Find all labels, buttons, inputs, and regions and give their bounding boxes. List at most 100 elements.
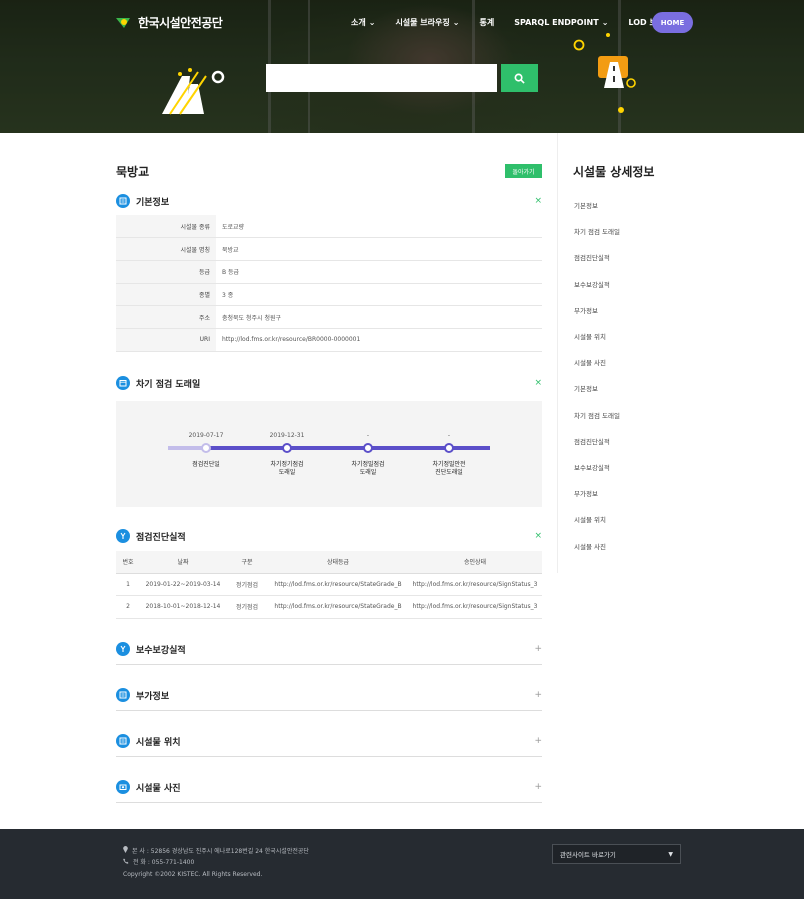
sidebar-item[interactable]: 시설물 위치	[574, 514, 606, 524]
table-cell[interactable]: http://lod.fms.or.kr/resource/SignStatus…	[408, 573, 542, 596]
table-row: 시설물 종류 도로교량	[116, 215, 542, 239]
site-logo[interactable]: 한국시설안전공단	[116, 14, 223, 31]
related-sites-select[interactable]: 관련사이트 바로가기 ▼	[552, 844, 681, 864]
sidebar-item[interactable]: 기본정보	[574, 383, 598, 393]
wrench-icon	[116, 529, 130, 543]
table-cell: 정기점검	[226, 573, 268, 596]
uri-link[interactable]: http://lod.fms.or.kr/resource/BR0000-000…	[216, 328, 542, 352]
column-header: 승인상태	[408, 551, 542, 574]
timeline-node	[282, 443, 292, 453]
table-row: 등급 B 등급	[116, 260, 542, 284]
section-basic-header[interactable]: 기본정보 ×	[116, 194, 542, 208]
table-row: 1 2019-01-22~2019-03-14 정기점검 http://lod.…	[116, 573, 542, 596]
sidebar-item[interactable]: 부가정보	[574, 488, 598, 498]
sidebar-item[interactable]: 시설물 사진	[574, 357, 606, 367]
sidebar-item[interactable]: 기본정보	[574, 200, 598, 210]
divider	[116, 756, 542, 757]
calendar-icon	[116, 376, 130, 390]
section-repair-toggle[interactable]: +	[534, 643, 542, 655]
ring-decoration-icon	[626, 78, 636, 88]
search-icon	[514, 73, 525, 84]
table-cell: 2	[116, 595, 140, 619]
nav-about[interactable]: 소개 ⌄	[351, 17, 375, 28]
section-results-title: 점검진단실적	[136, 533, 186, 543]
column-header: 상태등급	[268, 551, 408, 574]
list-icon	[116, 194, 130, 208]
section-basic-toggle[interactable]: ×	[534, 195, 542, 207]
inspection-results-table: 번호 날짜 구분 상태등급 승인상태 1 2019-01-22~2019-03-…	[116, 551, 542, 619]
sidebar-item[interactable]: 보수보강실적	[574, 279, 610, 289]
table-header-row: 번호 날짜 구분 상태등급 승인상태	[116, 551, 542, 574]
sidebar-item[interactable]: 점검진단실적	[574, 436, 610, 446]
table-cell[interactable]: http://lod.fms.or.kr/resource/StateGrade…	[268, 573, 408, 596]
section-extra-header[interactable]: 부가정보 +	[116, 688, 542, 702]
footer-phone: 전 화 : 055-771-1400	[123, 857, 194, 866]
timeline-label: 차기정밀점검 도래일	[351, 461, 385, 476]
search-input[interactable]	[266, 64, 497, 92]
dot-decoration-icon	[606, 33, 610, 37]
timeline-label: 점검진단일	[192, 461, 220, 468]
footer-address: 본 사 : 52856 경상남도 진주시 에나로128번길 24 한국시설안전공…	[123, 846, 309, 855]
field-value: 도로교량	[216, 215, 542, 239]
section-timeline-header[interactable]: 차기 점검 도래일 ×	[116, 376, 542, 390]
logo-text: 한국시설안전공단	[138, 16, 223, 30]
search-button[interactable]	[501, 64, 538, 92]
section-repair-title: 보수보강실적	[136, 646, 186, 656]
section-extra-toggle[interactable]: +	[534, 689, 542, 701]
section-location-header[interactable]: 시설물 위치 +	[116, 734, 542, 748]
divider	[116, 664, 542, 665]
section-photo-toggle[interactable]: +	[534, 781, 542, 793]
table-cell: 2018-10-01~2018-12-14	[140, 595, 226, 619]
sidebar-item[interactable]: 차기 점검 도래일	[574, 410, 620, 420]
back-button[interactable]: 돌아가기	[505, 164, 542, 178]
table-row: 시설물 명칭 묵방교	[116, 237, 542, 261]
sidebar-item[interactable]: 보수보강실적	[574, 462, 610, 472]
section-extra-title: 부가정보	[136, 692, 170, 702]
top-nav: 소개⌄ 시설물 브라우징⌄ 통계 SPARQL ENDPOINT⌄ LOD 브라…	[351, 12, 699, 32]
page-title: 묵방교	[116, 165, 150, 179]
nav-statistics[interactable]: 통계	[479, 17, 494, 28]
column-header: 구분	[226, 551, 268, 574]
table-cell: 정기점검	[226, 595, 268, 619]
section-results-toggle[interactable]: ×	[534, 530, 542, 542]
field-label: 시설물 종류	[116, 215, 216, 239]
field-label: URI	[116, 328, 216, 352]
section-photo-header[interactable]: 시설물 사진 +	[116, 780, 542, 794]
column-header: 번호	[116, 551, 140, 574]
field-label: 종별	[116, 283, 216, 307]
ring-decoration-icon	[211, 70, 225, 84]
timeline-node	[363, 443, 373, 453]
section-repair-header[interactable]: 보수보강실적 +	[116, 642, 542, 656]
footer: 본 사 : 52856 경상남도 진주시 에나로128번길 24 한국시설안전공…	[0, 829, 804, 899]
nav-facility-browsing[interactable]: 시설물 브라우징 ⌄	[395, 17, 459, 28]
sidebar-item[interactable]: 시설물 위치	[574, 331, 606, 341]
home-button[interactable]: HOME	[652, 12, 693, 33]
caret-down-icon: ▼	[668, 851, 673, 858]
timeline-date: -	[366, 432, 370, 439]
table-cell[interactable]: http://lod.fms.or.kr/resource/StateGrade…	[268, 595, 408, 619]
timeline-track	[168, 446, 490, 450]
nav-sparql-endpoint[interactable]: SPARQL ENDPOINT ⌄	[514, 18, 608, 27]
section-results-header[interactable]: 점검진단실적 ×	[116, 529, 542, 543]
table-row: 주소 충청북도 청주시 청원구	[116, 305, 542, 329]
section-location-toggle[interactable]: +	[534, 735, 542, 747]
detail-sidebar: 시설물 상세정보 기본정보 차기 점검 도래일 점검진단실적 보수보강실적 부가정보 시설…	[557, 133, 804, 573]
table-cell[interactable]: http://lod.fms.or.kr/resource/SignStatus…	[408, 595, 542, 619]
phone-icon	[123, 858, 129, 866]
section-basic-title: 기본정보	[136, 198, 170, 208]
camera-icon	[116, 780, 130, 794]
sidebar-title: 시설물 상세정보	[573, 165, 655, 179]
footer-phone-text: 전 화 : 055-771-1400	[133, 859, 195, 866]
sidebar-item[interactable]: 점검진단실적	[574, 252, 610, 262]
chevron-down-icon: ⌄	[452, 17, 460, 27]
sidebar-item[interactable]: 차기 점검 도래일	[574, 226, 620, 236]
timeline-label: 차기정밀안전 진단도래일	[432, 461, 466, 476]
section-photo-title: 시설물 사진	[136, 784, 181, 794]
sidebar-item[interactable]: 시설물 사진	[574, 541, 606, 551]
list-icon	[116, 688, 130, 702]
field-label: 시설물 명칭	[116, 237, 216, 261]
sidebar-item[interactable]: 부가정보	[574, 305, 598, 315]
section-location-title: 시설물 위치	[136, 738, 181, 748]
section-timeline-toggle[interactable]: ×	[534, 377, 542, 389]
table-cell: 2019-01-22~2019-03-14	[140, 573, 226, 596]
